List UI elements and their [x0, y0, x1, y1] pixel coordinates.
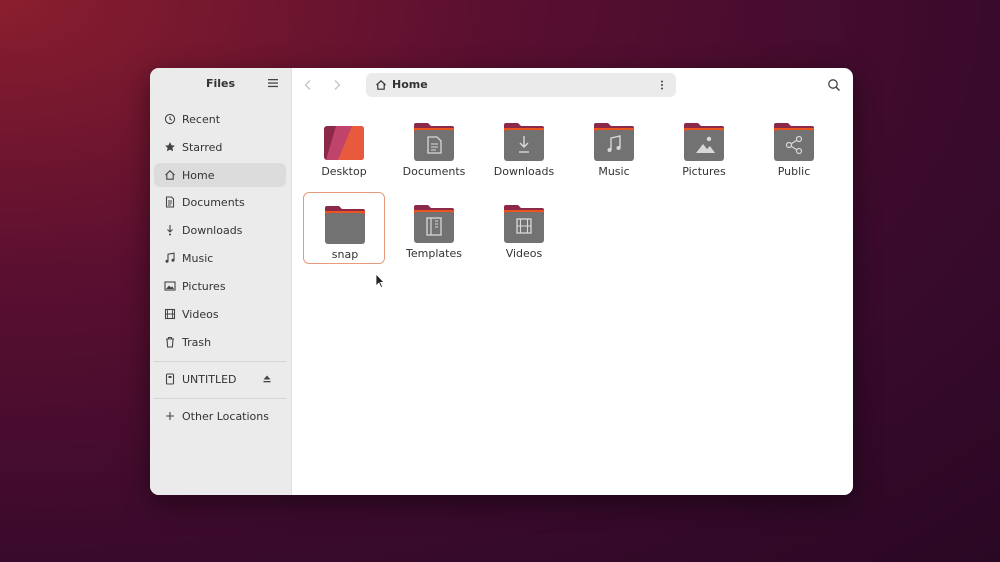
music-folder-icon — [594, 123, 634, 161]
downloads-folder-icon — [504, 123, 544, 161]
file-item-documents[interactable]: Documents — [393, 110, 475, 182]
file-item-templates[interactable]: Templates — [393, 192, 475, 264]
sidebar-divider — [154, 361, 286, 362]
pictures-folder-icon — [684, 123, 724, 161]
back-button[interactable] — [300, 77, 316, 93]
files-window: Files Recent Starred Home Documents Down… — [150, 68, 853, 495]
sidebar-item-label: Documents — [182, 195, 245, 209]
mouse-pointer-icon — [375, 273, 385, 289]
sidebar-item-trash[interactable]: Trash — [154, 330, 286, 354]
file-item-pictures[interactable]: Pictures — [663, 110, 745, 182]
sidebar-item-label: Music — [182, 251, 214, 265]
drive-icon — [164, 373, 176, 385]
star-icon — [164, 141, 176, 153]
sidebar-item-label: Starred — [182, 140, 223, 154]
file-item-videos[interactable]: Videos — [483, 192, 565, 264]
sidebar-item-label: Recent — [182, 112, 221, 126]
file-item-desktop[interactable]: Desktop — [303, 110, 385, 182]
file-name: Music — [598, 165, 630, 178]
sidebar-item-videos[interactable]: Videos — [154, 302, 286, 326]
picture-icon — [164, 280, 176, 292]
more-options-icon[interactable] — [656, 79, 668, 91]
sidebar-item-documents[interactable]: Documents — [154, 190, 286, 214]
documents-folder-icon — [414, 123, 454, 161]
sidebar-item-music[interactable]: Music — [154, 246, 286, 270]
hamburger-menu-icon[interactable] — [267, 77, 279, 89]
sidebar-item-downloads[interactable]: Downloads — [154, 218, 286, 242]
sidebar-item-label: Downloads — [182, 223, 243, 237]
document-icon — [164, 196, 176, 208]
video-icon — [164, 308, 176, 320]
plus-icon — [164, 410, 176, 422]
sidebar-item-label: Trash — [182, 335, 212, 349]
sidebar-item-label: Videos — [182, 307, 219, 321]
file-item-downloads[interactable]: Downloads — [483, 110, 565, 182]
file-name: Templates — [406, 247, 462, 260]
desktop-folder-icon — [324, 126, 364, 160]
file-name: Desktop — [321, 165, 367, 178]
sidebar-divider — [154, 398, 286, 399]
location-bar[interactable]: Home — [366, 73, 676, 97]
eject-icon[interactable] — [262, 374, 272, 384]
forward-button[interactable] — [329, 77, 345, 93]
file-item-snap[interactable]: snap — [303, 192, 385, 264]
home-icon — [164, 169, 176, 181]
sidebar: Files Recent Starred Home Documents Down… — [150, 68, 292, 495]
file-name: Public — [777, 165, 811, 178]
sidebar-item-untitled-drive[interactable]: UNTITLED — [154, 367, 286, 391]
sidebar-item-label: Pictures — [182, 279, 226, 293]
trash-icon — [164, 336, 176, 348]
folder-icon — [325, 206, 365, 244]
download-icon — [164, 224, 176, 236]
sidebar-item-pictures[interactable]: Pictures — [154, 274, 286, 298]
sidebar-item-recent[interactable]: Recent — [154, 107, 286, 131]
sidebar-item-label: Home — [182, 168, 215, 182]
sidebar-item-starred[interactable]: Starred — [154, 135, 286, 159]
file-name: Pictures — [682, 165, 726, 178]
location-label: Home — [392, 78, 428, 91]
templates-folder-icon — [414, 205, 454, 243]
sidebar-item-home[interactable]: Home — [154, 163, 286, 187]
sidebar-item-label: Other Locations — [182, 409, 269, 423]
sidebar-item-label: UNTITLED — [182, 372, 237, 386]
music-icon — [164, 252, 176, 264]
file-name: snap — [331, 248, 359, 261]
file-item-public[interactable]: Public — [753, 110, 835, 182]
home-icon — [376, 79, 386, 90]
clock-icon — [164, 113, 176, 125]
file-name: Videos — [505, 247, 543, 260]
search-button[interactable] — [825, 76, 843, 94]
public-folder-icon — [774, 123, 814, 161]
file-name: Documents — [402, 165, 466, 178]
file-name: Downloads — [493, 165, 555, 178]
file-item-music[interactable]: Music — [573, 110, 655, 182]
videos-folder-icon — [504, 205, 544, 243]
sidebar-item-other-locations[interactable]: Other Locations — [154, 404, 286, 428]
sidebar-header: Files — [150, 68, 291, 102]
